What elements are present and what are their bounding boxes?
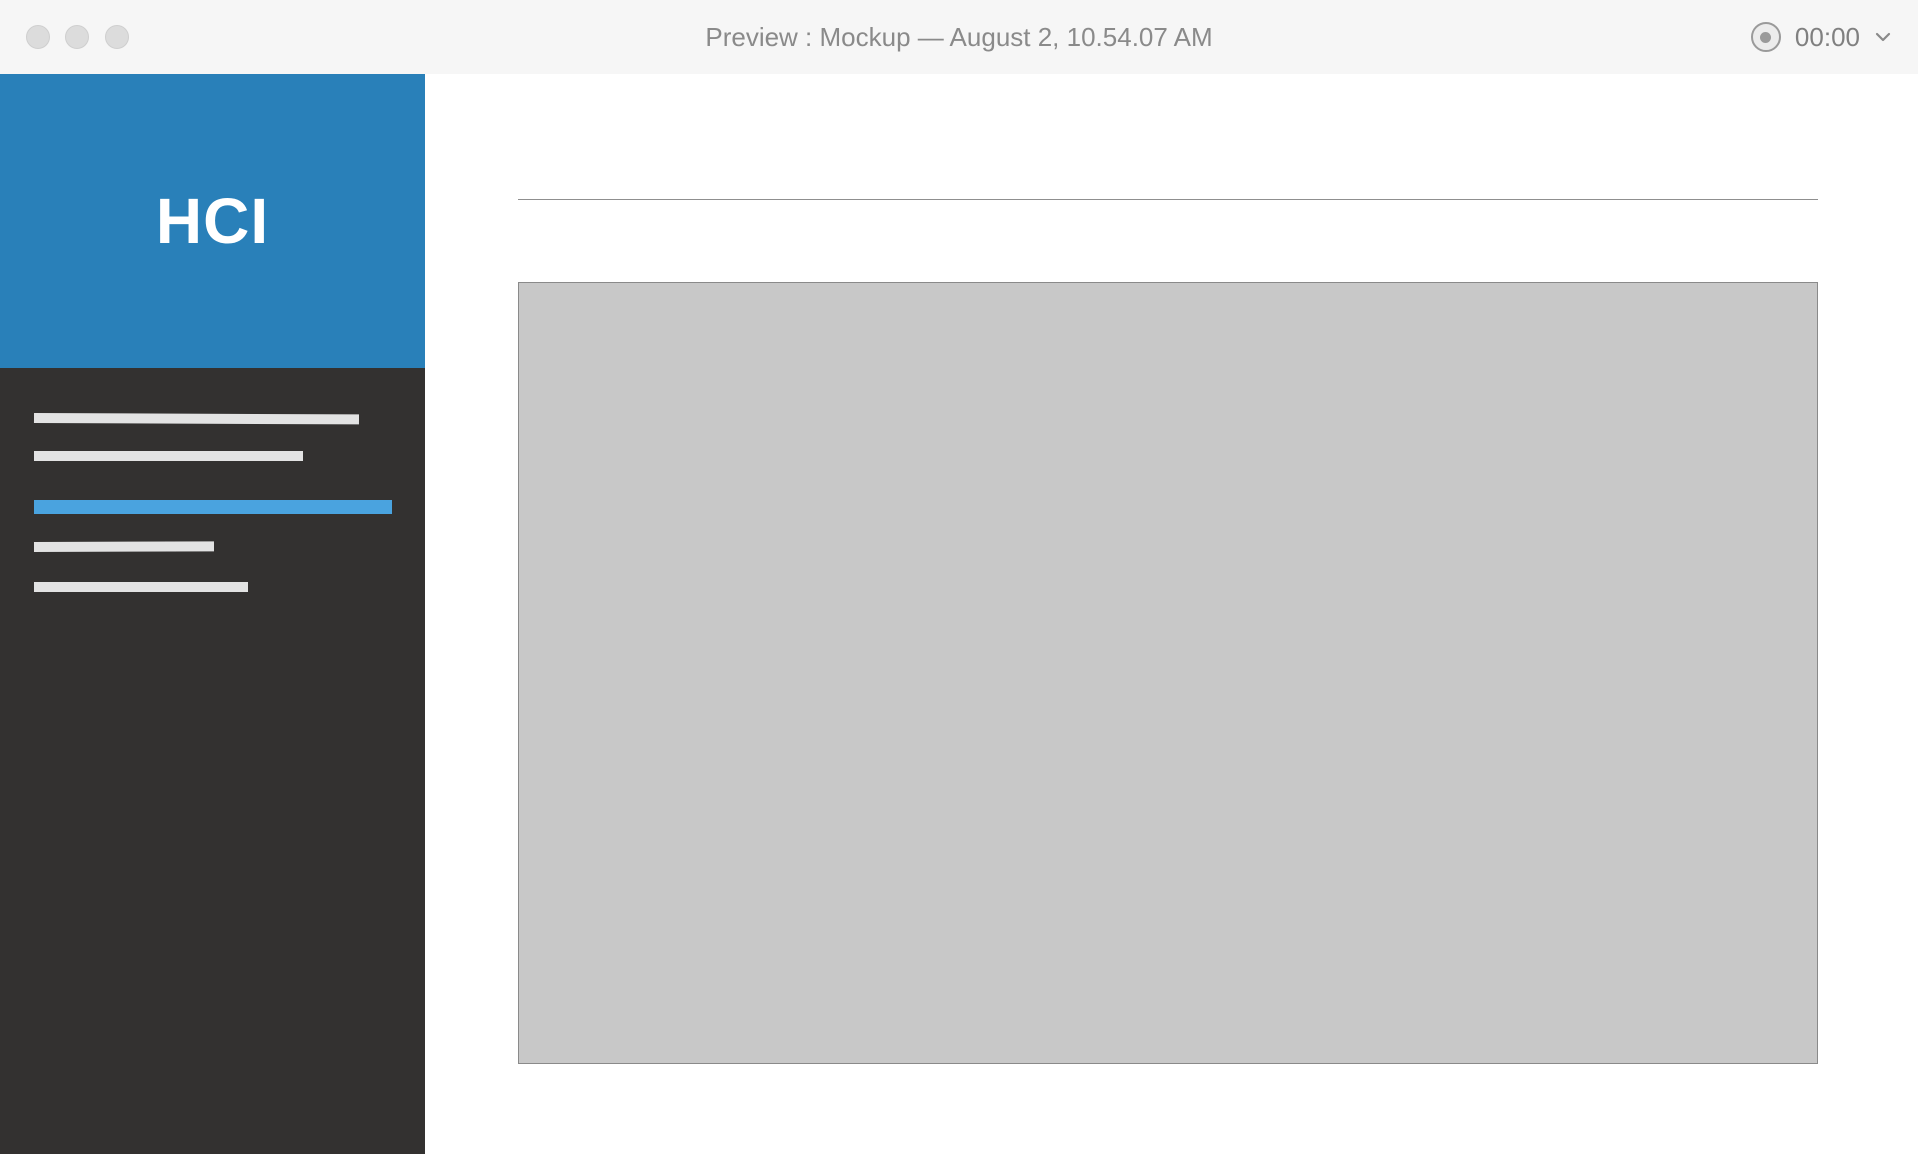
window-title: Preview : Mockup — August 2, 10.54.07 AM [705, 22, 1213, 52]
sidebar-item-4[interactable] [33, 541, 215, 552]
sidebar-item-2[interactable] [34, 451, 303, 461]
title-bar[interactable]: Preview : Mockup — August 2, 10.54.07 AM… [0, 0, 1918, 74]
record-dot [1760, 31, 1772, 43]
header-divider [518, 199, 1818, 200]
brand-title: HCI [155, 185, 270, 257]
chevron-down-icon[interactable] [1874, 28, 1892, 46]
sidebar: HCI [0, 74, 425, 1154]
window-close-button[interactable] [26, 25, 50, 49]
record-icon[interactable] [1750, 22, 1781, 52]
content-placeholder [518, 282, 1818, 1064]
sidebar-item-1[interactable] [33, 413, 360, 425]
recording-controls[interactable]: 00:00 [1750, 18, 1892, 56]
window-minimize-button[interactable] [65, 25, 89, 49]
recording-timer: 00:00 [1794, 21, 1860, 52]
brand-header[interactable]: HCI [0, 74, 425, 368]
sidebar-item-3-active[interactable] [34, 500, 392, 514]
preview-window: Preview : Mockup — August 2, 10.54.07 AM… [0, 0, 1918, 1154]
sidebar-item-5[interactable] [34, 582, 248, 592]
window-zoom-button[interactable] [105, 25, 129, 49]
main-content [425, 74, 1918, 1154]
